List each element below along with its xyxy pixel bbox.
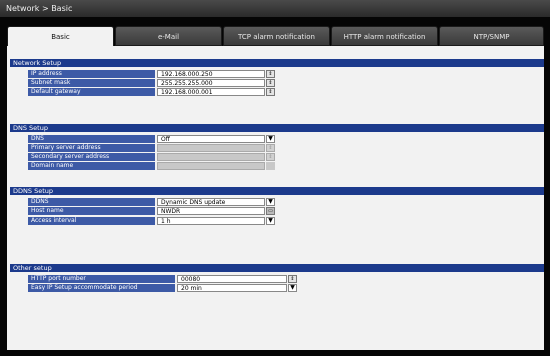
primary-server-spinner-icon: ⇕ xyxy=(266,144,275,152)
dns-label: DNS xyxy=(28,135,155,143)
easy-ip-dropdown-icon[interactable]: ▼ xyxy=(288,284,297,292)
default-gateway-label: Default gateway xyxy=(28,88,155,96)
easy-ip-label: Easy IP Setup accommodate period xyxy=(28,284,175,292)
tab-basic[interactable]: Basic xyxy=(7,26,114,46)
host-name-keyboard-icon[interactable]: ▭ xyxy=(266,207,275,215)
access-interval-label: Access interval xyxy=(28,217,155,225)
http-port-field[interactable]: 00080 xyxy=(177,275,287,283)
access-interval-select[interactable]: 1 h xyxy=(157,217,265,225)
secondary-server-field xyxy=(157,153,265,161)
default-gateway-field[interactable]: 192.168.000.001 xyxy=(157,88,265,96)
ddns-label: DDNS xyxy=(28,198,155,206)
ddns-row: DDNS Dynamic DNS update ▼ xyxy=(0,198,550,206)
tab-tcp-alarm[interactable]: TCP alarm notification xyxy=(223,26,330,46)
http-port-row: HTTP port number 00080 ⇕ xyxy=(0,275,550,283)
ip-address-field[interactable]: 192.168.000.250 xyxy=(157,70,265,78)
ip-address-label: IP address xyxy=(28,70,155,78)
access-interval-dropdown-icon[interactable]: ▼ xyxy=(266,217,275,225)
host-name-row: Host name NWDR ▭ xyxy=(0,207,550,215)
default-gateway-spinner-icon[interactable]: ⇕ xyxy=(266,88,275,96)
http-port-label: HTTP port number xyxy=(28,275,175,283)
primary-server-field xyxy=(157,144,265,152)
host-name-field[interactable]: NWDR xyxy=(157,207,265,215)
dns-row: DNS Off ▼ xyxy=(0,135,550,143)
subnet-mask-spinner-icon[interactable]: ⇕ xyxy=(266,79,275,87)
subnet-mask-row: Subnet mask 255.255.255.000 ⇕ xyxy=(0,79,550,87)
secondary-server-row: Secondary server address ⇕ xyxy=(0,153,550,161)
primary-server-label: Primary server address xyxy=(28,144,155,152)
easy-ip-select[interactable]: 20 min xyxy=(177,284,287,292)
section-other-setup: Other setup xyxy=(10,264,544,272)
domain-name-field xyxy=(157,162,265,170)
tab-email[interactable]: e-Mail xyxy=(115,26,222,46)
host-name-label: Host name xyxy=(28,207,155,215)
subnet-mask-label: Subnet mask xyxy=(28,79,155,87)
domain-name-keyboard-icon xyxy=(266,162,275,170)
easy-ip-row: Easy IP Setup accommodate period 20 min … xyxy=(0,284,550,292)
ip-address-row: IP address 192.168.000.250 ⇕ xyxy=(0,70,550,78)
dns-dropdown-icon[interactable]: ▼ xyxy=(266,135,275,143)
default-gateway-row: Default gateway 192.168.000.001 ⇕ xyxy=(0,88,550,96)
tab-http-alarm[interactable]: HTTP alarm notification xyxy=(331,26,438,46)
domain-name-label: Domain name xyxy=(28,162,155,170)
subnet-mask-field[interactable]: 255.255.255.000 xyxy=(157,79,265,87)
domain-name-row: Domain name xyxy=(0,162,550,170)
secondary-server-spinner-icon: ⇕ xyxy=(266,153,275,161)
dns-select[interactable]: Off xyxy=(157,135,265,143)
ip-address-spinner-icon[interactable]: ⇕ xyxy=(266,70,275,78)
ddns-dropdown-icon[interactable]: ▼ xyxy=(266,198,275,206)
http-port-spinner-icon[interactable]: ⇕ xyxy=(288,275,297,283)
tab-bar: Basic e-Mail TCP alarm notification HTTP… xyxy=(7,26,544,46)
section-ddns-setup: DDNS Setup xyxy=(10,187,544,195)
window-title: Network > Basic xyxy=(0,0,550,17)
section-dns-setup: DNS Setup xyxy=(10,124,544,132)
ddns-select[interactable]: Dynamic DNS update xyxy=(157,198,265,206)
primary-server-row: Primary server address ⇕ xyxy=(0,144,550,152)
secondary-server-label: Secondary server address xyxy=(28,153,155,161)
access-interval-row: Access interval 1 h ▼ xyxy=(0,217,550,225)
tab-ntp-snmp[interactable]: NTP/SNMP xyxy=(439,26,544,46)
section-network-setup: Network Setup xyxy=(10,59,544,67)
